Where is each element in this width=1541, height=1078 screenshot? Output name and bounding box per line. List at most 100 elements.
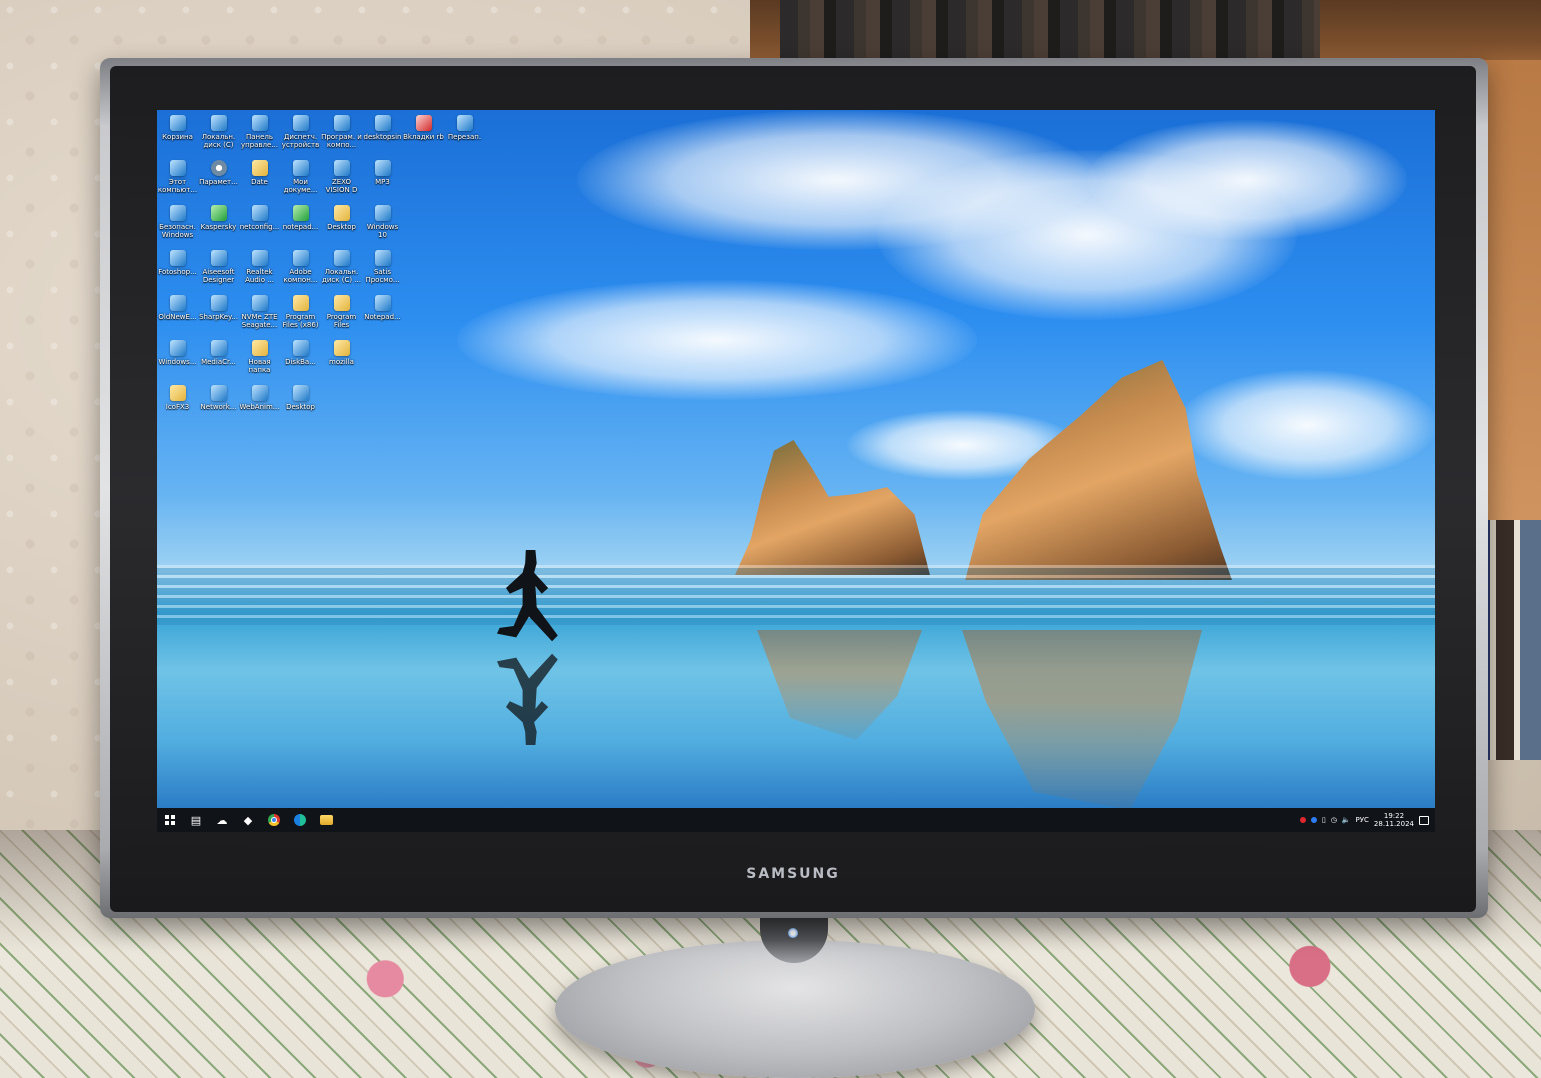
taskbar-app-2[interactable]: ◆ <box>235 808 261 832</box>
app-icon <box>210 250 227 266</box>
file-icon <box>169 340 186 356</box>
media-icon <box>210 340 227 356</box>
runner-reflection <box>497 650 561 745</box>
desktop-icon[interactable]: WebAnim... <box>239 382 280 427</box>
clock[interactable]: 19:22 28.11.2024 <box>1374 812 1414 828</box>
taskbar-explorer[interactable] <box>313 808 339 832</box>
desktop-icon[interactable]: Корзина <box>157 112 198 157</box>
desktop-icon[interactable]: Панель управле... <box>239 112 280 157</box>
desktop-icon[interactable]: OldNewE... <box>157 292 198 337</box>
desktop-icon[interactable]: Вkладки rb <box>403 112 444 157</box>
taskbar-edge[interactable] <box>287 808 313 832</box>
network-icon <box>251 205 268 221</box>
network-icon <box>210 385 227 401</box>
desktop-icon[interactable]: Desktop <box>321 202 362 247</box>
desktop-icon-empty <box>403 292 444 337</box>
file-icon <box>374 160 391 176</box>
taskbar: ▤ ☁ ◆ ▯ ◷ 🔈 РУС 19:22 28.11.2024 <box>157 808 1435 832</box>
desktop-icon[interactable]: mozilla <box>321 337 362 382</box>
desktop-icon-label: Локальн. диск (C) <box>201 133 236 149</box>
language-indicator[interactable]: РУС <box>1356 816 1369 824</box>
network-icon[interactable]: ◷ <box>1331 816 1337 824</box>
desktop-icon[interactable]: IcoFX3 <box>157 382 198 427</box>
taskbar-app-1[interactable]: ☁ <box>209 808 235 832</box>
power-led-icon <box>788 928 798 938</box>
desktop-icon[interactable]: notepad... <box>280 202 321 247</box>
clock-date: 28.11.2024 <box>1373 820 1414 828</box>
desktop-icon-label: Desktop <box>286 403 315 411</box>
bluetooth-icon[interactable] <box>1310 817 1317 823</box>
desktop-icon-empty <box>403 157 444 202</box>
desktop-icon[interactable]: ZEXO VISION D <box>321 157 362 202</box>
desktop-icon-label: Панель управле... <box>240 133 279 149</box>
programs-icon <box>333 115 350 131</box>
desktop-icon[interactable]: Kaspersky <box>198 202 239 247</box>
app-icon <box>333 160 350 176</box>
desktop-icon-label: Локальн. диск (C) ... <box>322 268 361 284</box>
app-icon: ◆ <box>243 813 253 827</box>
desktop-icon[interactable]: desktopsin <box>362 112 403 157</box>
desktop-icon[interactable]: Диспетч. устройств <box>280 112 321 157</box>
desktop-icon[interactable]: Безопасн. Windows <box>157 202 198 247</box>
desktop-icon[interactable]: Satis Просмо... <box>362 247 403 292</box>
desktop-icon-label: Диспетч. устройств <box>281 133 320 149</box>
desktop-icon-label: Fotoshop... <box>158 268 197 276</box>
desktop-icon[interactable]: Fotoshop... <box>157 247 198 292</box>
desktop-icon-label: Програм. и компо... <box>321 133 362 149</box>
cloud-app-icon: ☁ <box>216 813 228 827</box>
task-view-button[interactable]: ▤ <box>183 808 209 832</box>
desktop-icon[interactable]: Realtek Audio ... <box>239 247 280 292</box>
documents-icon <box>292 160 309 176</box>
desktop-icon[interactable]: Локальн. диск (C) <box>198 112 239 157</box>
desktop-icon[interactable]: Програм. и компо... <box>321 112 362 157</box>
desktop-icon[interactable]: Windows 10 <box>362 202 403 247</box>
desktop-icon[interactable]: Program Files (x86) <box>280 292 321 337</box>
folder-icon <box>333 295 350 311</box>
desktop-icon-label: netconfig... <box>239 223 280 231</box>
app-icon <box>292 340 309 356</box>
desktop-icon[interactable]: Program Files <box>321 292 362 337</box>
desktop-icon[interactable]: Windows... <box>157 337 198 382</box>
desktop-icon[interactable]: Notepad... <box>362 292 403 337</box>
computer-icon <box>169 160 186 176</box>
drive-icon <box>251 295 268 311</box>
monitor-brand-logo: SAMSUNG <box>746 866 840 882</box>
control-panel-icon <box>251 115 268 131</box>
kaspersky-icon <box>210 205 227 221</box>
record-indicator-icon[interactable] <box>1299 817 1306 823</box>
desktop-icon-grid: Корзина Локальн. диск (C) Панель управле..… <box>157 112 497 412</box>
desktop-icon[interactable]: Локальн. диск (C) ... <box>321 247 362 292</box>
desktop-icon-label: Realtek Audio ... <box>245 268 274 284</box>
desktop-icon[interactable]: netconfig... <box>239 202 280 247</box>
edge-icon <box>294 814 306 826</box>
desktop-icon[interactable]: Парамет... <box>198 157 239 202</box>
desktop-icon[interactable]: MP3 <box>362 157 403 202</box>
desktop-icon-label: Date <box>251 178 268 186</box>
desktop-icon[interactable]: DiskBa... <box>280 337 321 382</box>
desktop-icon[interactable]: Date <box>239 157 280 202</box>
desktop-icon[interactable]: Новая папка <box>239 337 280 382</box>
volume-icon[interactable]: 🔈 <box>1342 816 1351 824</box>
desktop-icon[interactable]: Network... <box>198 382 239 427</box>
drive-icon <box>333 250 350 266</box>
battery-icon[interactable]: ▯ <box>1322 816 1326 824</box>
desktop-icon[interactable]: MediaCr... <box>198 337 239 382</box>
desktop-icon[interactable]: Desktop <box>280 382 321 427</box>
rock-reflection <box>962 630 1202 810</box>
desktop-icon[interactable]: Aiseesoft Designer <box>198 247 239 292</box>
notifications-icon[interactable] <box>1419 815 1429 825</box>
desktop-icon[interactable]: NVMe ZTE Seagate... <box>239 292 280 337</box>
desktop-icon[interactable]: Adobe компон... <box>280 247 321 292</box>
desktop-icon[interactable]: Мои докуме... <box>280 157 321 202</box>
desktop-icon-label: Парамет... <box>199 178 238 186</box>
desktop-icon-label: Adobe компон... <box>283 268 318 284</box>
desktop-icon-label: Network... <box>200 403 237 411</box>
file-icon <box>251 385 268 401</box>
desktop-icon-label: Безопасн. Windows <box>159 223 196 239</box>
taskbar-chrome[interactable] <box>261 808 287 832</box>
desktop-icon[interactable]: Перезап. <box>444 112 485 157</box>
desktop-icon[interactable]: Этот компьют... <box>157 157 198 202</box>
desktop-icon-label: Перезап. <box>447 133 482 141</box>
start-button[interactable] <box>157 808 183 832</box>
desktop-icon[interactable]: SharpKey... <box>198 292 239 337</box>
